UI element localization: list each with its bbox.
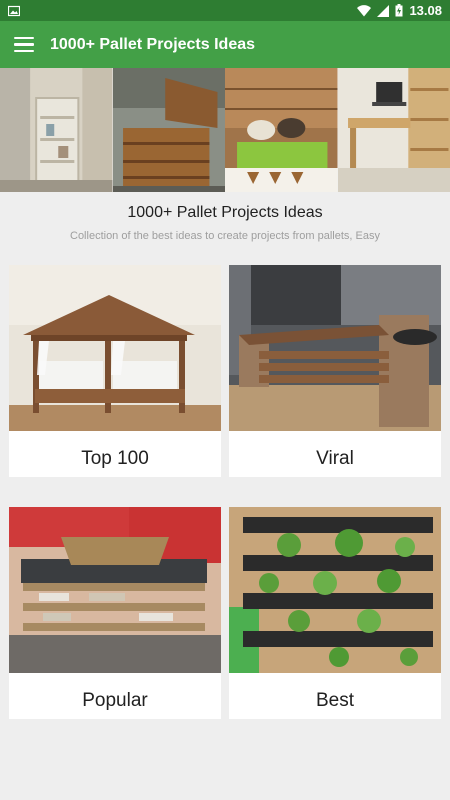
banner-image-desk	[337, 68, 450, 192]
status-time: 13.08	[409, 3, 442, 18]
banner-image-shelf	[0, 68, 113, 192]
signal-icon	[377, 4, 390, 17]
banner-image-chest	[112, 68, 225, 192]
battery-charging-icon	[395, 4, 403, 17]
banner-image-strip	[0, 68, 450, 192]
app-bar: 1000+ Pallet Projects Ideas	[0, 21, 450, 68]
hamburger-menu-icon[interactable]	[14, 36, 34, 53]
category-card-top-100[interactable]: Top 100	[9, 265, 221, 477]
wifi-icon	[357, 4, 372, 17]
card-label: Viral	[316, 448, 354, 469]
card-image-vertical-garden	[229, 507, 441, 673]
card-image-bench	[229, 265, 441, 431]
header-block: 1000+ Pallet Projects Ideas Collection o…	[0, 192, 450, 258]
app-title: 1000+ Pallet Projects Ideas	[50, 35, 256, 53]
card-label: Top 100	[81, 448, 149, 469]
gallery-notification-icon	[8, 5, 20, 16]
status-bar: 13.08	[0, 0, 450, 21]
section-subtitle: Collection of the best ideas to create p…	[70, 230, 380, 242]
card-image-house-bed	[9, 265, 221, 431]
section-title: 1000+ Pallet Projects Ideas	[127, 204, 323, 221]
card-label: Popular	[82, 690, 148, 711]
card-image-table	[9, 507, 221, 673]
category-card-best[interactable]: Best	[229, 507, 441, 719]
card-label: Best	[315, 690, 355, 711]
banner-image-bed	[225, 68, 338, 192]
category-card-viral[interactable]: Viral	[229, 265, 441, 477]
category-card-popular[interactable]: Popular	[9, 507, 221, 719]
